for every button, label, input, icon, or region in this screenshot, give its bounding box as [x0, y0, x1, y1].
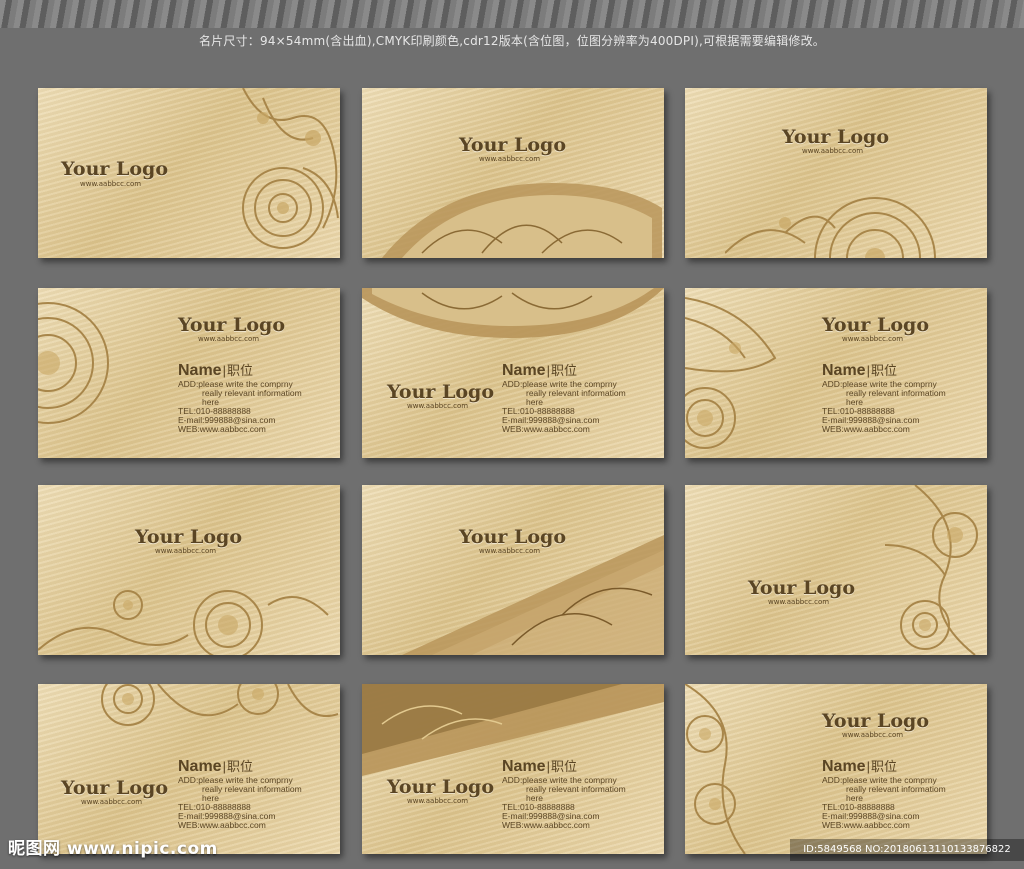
floral-ornament-icon	[38, 302, 109, 424]
logo-url: www.aabbcc.com	[407, 797, 469, 805]
contact-block: Name|职位 ADD:please write the comprny rea…	[178, 362, 302, 434]
logo-url: www.aabbcc.com	[802, 147, 864, 155]
floral-ornament-icon	[685, 684, 746, 854]
title-label: 职位	[550, 759, 577, 774]
logo-url: www.aabbcc.com	[407, 402, 469, 410]
logo-text: Your Logo	[822, 314, 930, 336]
card-6: Your Logo www.aabbcc.com Name|职位 ADD:ple…	[685, 288, 987, 458]
contact-block: Name|职位 ADD:please write the comprny rea…	[502, 758, 626, 830]
logo-text: Your Logo	[387, 381, 495, 403]
contact-block: Name|职位 ADD:please write the comprny rea…	[822, 362, 946, 434]
floral-ornament-icon	[725, 197, 936, 258]
logo-url: www.aabbcc.com	[842, 731, 904, 739]
card-8: Your Logo www.aabbcc.com	[362, 485, 664, 655]
card-grid: Your Logo www.aabbcc.com Your Logo www.a…	[38, 88, 988, 858]
logo-url: www.aabbcc.com	[198, 335, 260, 343]
watermark-left: 昵图网 www.nipic.com	[8, 839, 218, 859]
title-label: 职位	[226, 759, 253, 774]
card-11: Your Logo www.aabbcc.com Name|职位 ADD:ple…	[362, 684, 664, 854]
card-10: Your Logo www.aabbcc.com Name|职位 ADD:ple…	[38, 684, 340, 854]
logo-url: www.aabbcc.com	[479, 547, 541, 555]
logo-url: www.aabbcc.com	[155, 547, 217, 555]
logo-url: www.aabbcc.com	[80, 180, 142, 188]
logo-text: Your Logo	[61, 777, 169, 799]
floral-ornament-icon	[101, 684, 339, 726]
logo-url: www.aabbcc.com	[81, 798, 143, 806]
floral-ornament-icon	[38, 590, 329, 655]
card-2: Your Logo www.aabbcc.com	[362, 88, 664, 258]
swoosh-band-icon	[362, 288, 664, 338]
name-label: Name	[502, 758, 546, 775]
title-label: 职位	[870, 363, 897, 378]
card-12: Your Logo www.aabbcc.com Name|职位 ADD:ple…	[685, 684, 987, 854]
name-label: Name	[822, 758, 866, 775]
title-label: 职位	[550, 363, 577, 378]
card-7: Your Logo www.aabbcc.com	[38, 485, 340, 655]
logo-text: Your Logo	[61, 158, 169, 180]
logo-url: www.aabbcc.com	[768, 598, 830, 606]
logo-url: www.aabbcc.com	[842, 335, 904, 343]
logo-text: Your Logo	[178, 314, 286, 336]
logo-url: www.aabbcc.com	[479, 155, 541, 163]
logo-text: Your Logo	[459, 526, 567, 548]
name-label: Name	[178, 758, 222, 775]
logo-text: Your Logo	[387, 776, 495, 798]
watermark-id: ID:5849568 NO:20180613110133876822	[790, 839, 1024, 861]
floral-ornament-icon	[685, 297, 777, 449]
floral-ornament-icon	[242, 88, 339, 249]
name-label: Name	[178, 362, 222, 379]
logo-text: Your Logo	[459, 134, 567, 156]
contact-block: Name|职位 ADD:please write the comprny rea…	[178, 758, 302, 830]
logo-text: Your Logo	[782, 126, 890, 148]
card-1: Your Logo www.aabbcc.com	[38, 88, 340, 258]
contact-block: Name|职位 ADD:please write the comprny rea…	[502, 362, 626, 434]
spec-caption: 名片尺寸：94×54mm(含出血),CMYK印刷颜色,cdr12版本(含位图，位…	[198, 34, 825, 48]
logo-text: Your Logo	[822, 710, 930, 732]
name-label: Name	[822, 362, 866, 379]
card-5: Your Logo www.aabbcc.com Name|职位 ADD:ple…	[362, 288, 664, 458]
card-3: Your Logo www.aabbcc.com	[685, 88, 987, 258]
logo-text: Your Logo	[748, 577, 856, 599]
floral-ornament-icon	[884, 485, 978, 655]
swoosh-band-icon	[382, 183, 662, 258]
top-texture-band	[0, 0, 1024, 28]
title-label: 职位	[870, 759, 897, 774]
card-4: Your Logo www.aabbcc.com Name|职位 ADD:ple…	[38, 288, 340, 458]
name-label: Name	[502, 362, 546, 379]
contact-block: Name|职位 ADD:please write the comprny rea…	[822, 758, 946, 830]
title-label: 职位	[226, 363, 253, 378]
card-9: Your Logo www.aabbcc.com	[685, 485, 987, 655]
logo-text: Your Logo	[135, 526, 243, 548]
